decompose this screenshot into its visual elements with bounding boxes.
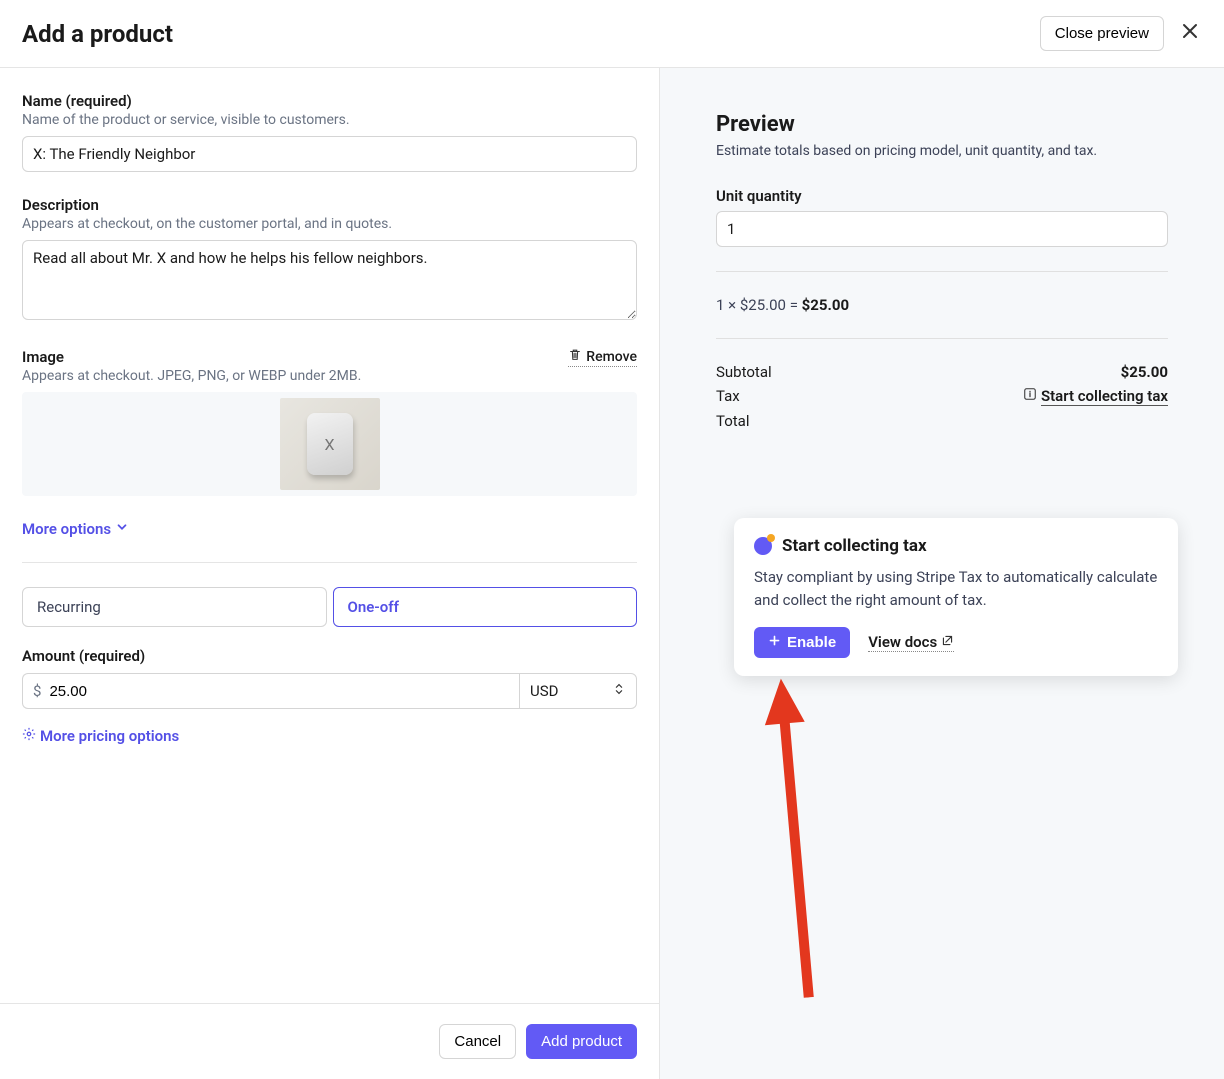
tax-bag-icon — [754, 537, 772, 555]
add-product-button[interactable]: Add product — [526, 1024, 637, 1059]
tax-label: Tax — [716, 387, 740, 406]
more-options-link[interactable]: More options — [22, 520, 129, 538]
amount-field-group: Amount (required) $ USD — [22, 647, 637, 709]
description-helper: Appears at checkout, on the customer por… — [22, 216, 637, 232]
external-link-icon — [941, 633, 954, 651]
form-footer: Cancel Add product — [0, 1003, 659, 1079]
remove-image-link[interactable]: Remove — [568, 348, 637, 367]
name-helper: Name of the product or service, visible … — [22, 112, 637, 128]
start-collecting-tax-link[interactable]: Start collecting tax — [1041, 387, 1168, 406]
amount-label: Amount (required) — [22, 647, 637, 665]
header-actions: Close preview — [1040, 16, 1200, 51]
enable-button[interactable]: Enable — [754, 627, 850, 658]
image-field-group: Image Remove Appears at checkout. JPEG, … — [22, 348, 637, 496]
preview-panel: Preview Estimate totals based on pricing… — [660, 68, 1224, 1079]
pricing-type-segmented: Recurring One-off — [22, 587, 637, 627]
chevron-down-icon — [115, 520, 129, 538]
image-label: Image — [22, 348, 64, 366]
segment-one-off[interactable]: One-off — [333, 587, 638, 627]
tax-row: Tax Start collecting tax — [716, 387, 1168, 406]
name-input[interactable] — [22, 136, 637, 172]
unit-quantity-input[interactable] — [716, 211, 1168, 247]
gear-icon — [22, 727, 36, 745]
remove-image-label: Remove — [586, 349, 637, 365]
name-label: Name (required) — [22, 92, 637, 110]
preview-helper: Estimate totals based on pricing model, … — [716, 143, 1168, 159]
enable-label: Enable — [787, 634, 836, 651]
view-docs-label: View docs — [868, 633, 937, 651]
image-helper: Appears at checkout. JPEG, PNG, or WEBP … — [22, 368, 637, 384]
total-label: Total — [716, 412, 750, 430]
more-pricing-options-link[interactable]: More pricing options — [22, 727, 179, 745]
subtotal-label: Subtotal — [716, 363, 772, 381]
subtotal-value: $25.00 — [1121, 363, 1168, 381]
total-row: Total — [716, 412, 1168, 430]
more-options-label: More options — [22, 520, 111, 538]
name-field-group: Name (required) Name of the product or s… — [22, 92, 637, 172]
currency-symbol: $ — [33, 682, 41, 700]
description-textarea[interactable] — [22, 240, 637, 320]
calculation-line: 1 × $25.00 = $25.00 — [716, 296, 1168, 314]
info-icon — [1023, 387, 1041, 405]
unit-quantity-label: Unit quantity — [716, 187, 1168, 205]
trash-icon — [568, 348, 582, 366]
currency-select[interactable]: USD — [519, 673, 637, 709]
calc-prefix: 1 × $25.00 = — [716, 296, 802, 314]
image-preview[interactable]: X — [22, 392, 637, 496]
header: Add a product Close preview — [0, 0, 1224, 68]
subtotal-row: Subtotal $25.00 — [716, 363, 1168, 381]
close-icon[interactable] — [1180, 21, 1200, 46]
amount-input[interactable] — [49, 683, 509, 700]
product-image: X — [280, 398, 380, 490]
segment-recurring[interactable]: Recurring — [22, 587, 327, 627]
cancel-button[interactable]: Cancel — [439, 1024, 516, 1059]
calc-total: $25.00 — [802, 296, 849, 314]
currency-label: USD — [530, 682, 558, 700]
preview-title: Preview — [716, 112, 1168, 137]
form-panel: Name (required) Name of the product or s… — [0, 68, 660, 1079]
description-label: Description — [22, 196, 637, 214]
tax-tooltip-card: Start collecting tax Stay compliant by u… — [734, 518, 1178, 676]
annotation-arrow — [746, 676, 844, 1005]
chevron-updown-icon — [612, 682, 626, 700]
tooltip-body: Stay compliant by using Stripe Tax to au… — [754, 566, 1158, 611]
more-pricing-label: More pricing options — [40, 727, 179, 745]
plus-icon — [768, 634, 781, 651]
tooltip-title: Start collecting tax — [782, 536, 927, 556]
view-docs-link[interactable]: View docs — [868, 633, 954, 652]
page-title: Add a product — [22, 20, 173, 48]
close-preview-button[interactable]: Close preview — [1040, 16, 1164, 51]
amount-input-wrap[interactable]: $ — [22, 673, 519, 709]
description-field-group: Description Appears at checkout, on the … — [22, 196, 637, 324]
